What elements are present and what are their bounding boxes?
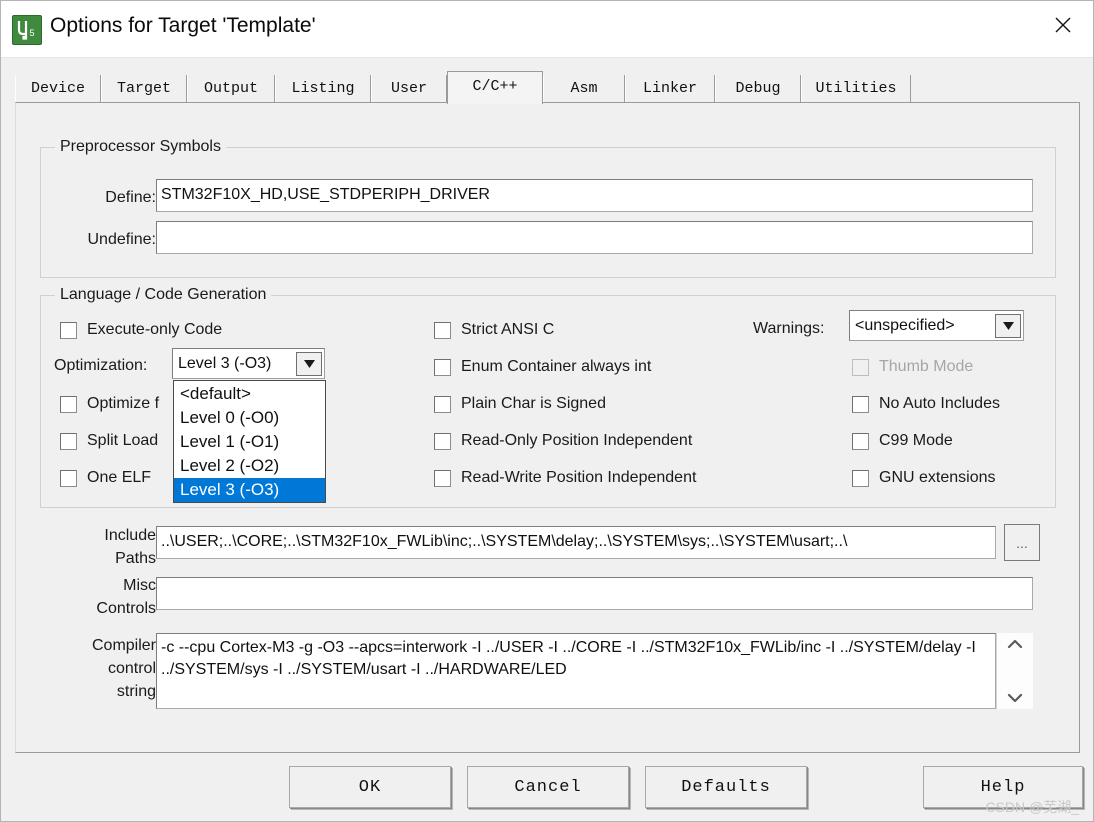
tab-linker[interactable]: Linker [625, 75, 715, 103]
checkbox-read-only-position-independent[interactable]: Read-Only Position Independent [434, 430, 692, 452]
tab-user[interactable]: User [371, 75, 447, 103]
title-bar: 5 Options for Target 'Template' [1, 1, 1093, 58]
optimization-dropdown-list[interactable]: <default> Level 0 (-O0) Level 1 (-O1) Le… [173, 380, 326, 503]
ok-button[interactable]: OK [289, 766, 451, 808]
checkbox-box [852, 432, 869, 450]
checkbox-box [852, 469, 869, 487]
checkbox-plain-char-is-signed[interactable]: Plain Char is Signed [434, 393, 606, 415]
checkbox-one-elf-section-per-function[interactable]: One ELF [60, 467, 151, 489]
preprocessor-symbols-group: Preprocessor Symbols [40, 138, 1056, 278]
tab-listing[interactable]: Listing [275, 75, 371, 103]
compiler-string-label-line1: Compiler [91, 637, 156, 654]
tab-utilities[interactable]: Utilities [801, 75, 911, 103]
cancel-button[interactable]: Cancel [467, 766, 629, 808]
c-cpp-tab-panel: Preprocessor Symbols Define: STM32F10X_H… [15, 102, 1080, 753]
checkbox-enum-container-always-int[interactable]: Enum Container always int [434, 356, 651, 378]
language-group-title: Language / Code Generation [55, 286, 272, 304]
checkbox-box [60, 395, 77, 413]
chevron-down-icon[interactable] [995, 313, 1021, 338]
checkbox-label: Enum Container always int [461, 358, 652, 375]
checkbox-read-write-position-independent[interactable]: Read-Write Position Independent [434, 467, 696, 489]
options-dialog: 5 Options for Target 'Template' Device T… [0, 0, 1094, 822]
checkbox-execute-only-code[interactable]: Execute-only Code [60, 319, 222, 341]
undefine-input[interactable] [156, 221, 1033, 254]
misc-controls-label-line1: Misc [123, 577, 156, 594]
checkbox-label: C99 Mode [879, 432, 953, 449]
tab-strip: Device Target Output Listing User C/C++ … [15, 71, 1081, 104]
optimization-label: Optimization: [54, 357, 148, 374]
checkbox-optimize-for-time[interactable]: Optimize f [60, 393, 159, 415]
checkbox-label: Read-Write Position Independent [461, 469, 697, 486]
tab-asm[interactable]: Asm [543, 75, 625, 103]
checkbox-c99-mode[interactable]: C99 Mode [852, 430, 953, 452]
checkbox-label: One ELF [87, 469, 152, 486]
checkbox-box [852, 395, 869, 413]
checkbox-label: Plain Char is Signed [461, 395, 606, 412]
checkbox-box [434, 395, 451, 413]
checkbox-label: No Auto Includes [879, 395, 1000, 412]
defaults-button[interactable]: Defaults [645, 766, 807, 808]
tab-debug[interactable]: Debug [715, 75, 801, 103]
include-paths-label-line2: Paths [115, 550, 156, 567]
misc-controls-label-line2: Controls [96, 600, 156, 617]
dropdown-option-level-1[interactable]: Level 1 (-O1) [174, 430, 325, 454]
tab-target[interactable]: Target [101, 75, 187, 103]
checkbox-label: Read-Only Position Independent [461, 432, 693, 449]
optimization-combo[interactable]: Level 3 (-O3) [172, 348, 325, 379]
checkbox-thumb-mode: Thumb Mode [852, 356, 973, 378]
warnings-label: Warnings: [753, 320, 825, 337]
include-paths-label-line1: Include [104, 527, 156, 544]
tab-output[interactable]: Output [187, 75, 275, 103]
checkbox-box [434, 358, 451, 376]
dropdown-option-level-0[interactable]: Level 0 (-O0) [174, 406, 325, 430]
compiler-string-scrollbar[interactable] [996, 633, 1033, 709]
uvision5-icon: 5 [12, 15, 42, 45]
warnings-combo-value: <unspecified> [855, 316, 955, 334]
checkbox-box [60, 432, 77, 450]
dropdown-option-level-3[interactable]: Level 3 (-O3) [174, 478, 325, 502]
checkbox-label: Split Load [87, 432, 159, 449]
define-input[interactable]: STM32F10X_HD,USE_STDPERIPH_DRIVER [156, 179, 1033, 212]
compiler-string-label-line2: control [107, 660, 156, 677]
compiler-control-string-input[interactable]: -c --cpu Cortex-M3 -g -O3 --apcs=interwo… [156, 633, 996, 709]
scroll-up-icon[interactable] [1007, 639, 1023, 649]
checkbox-label: Thumb Mode [879, 358, 974, 375]
define-label: Define: [105, 189, 156, 206]
checkbox-gnu-extensions[interactable]: GNU extensions [852, 467, 996, 489]
checkbox-label: Optimize f [87, 395, 160, 412]
include-paths-input[interactable]: ..\USER;..\CORE;..\STM32F10x_FWLib\inc;.… [156, 526, 996, 559]
dialog-button-row: OK Cancel Defaults Help [1, 766, 1093, 812]
svg-text:5: 5 [30, 28, 35, 38]
tab-device[interactable]: Device [15, 75, 101, 103]
checkbox-box [434, 469, 451, 487]
checkbox-box [852, 358, 869, 376]
include-paths-browse-button[interactable]: ... [1004, 524, 1040, 561]
optimization-combo-value: Level 3 (-O3) [178, 354, 272, 372]
chevron-down-icon[interactable] [296, 351, 322, 376]
checkbox-box [60, 469, 77, 487]
window-title: Options for Target 'Template' [50, 14, 316, 37]
checkbox-label: Strict ANSI C [461, 321, 555, 338]
close-icon[interactable] [1031, 1, 1093, 49]
misc-controls-input[interactable] [156, 577, 1033, 610]
help-button[interactable]: Help [923, 766, 1083, 808]
compiler-string-label-line3: string [116, 683, 156, 700]
checkbox-split-load-and-store-multiple[interactable]: Split Load [60, 430, 158, 452]
checkbox-label: Execute-only Code [87, 321, 223, 338]
undefine-label: Undefine: [87, 231, 157, 248]
checkbox-strict-ansi-c[interactable]: Strict ANSI C [434, 319, 554, 341]
checkbox-box [434, 432, 451, 450]
tab-c-cpp[interactable]: C/C++ [447, 71, 543, 104]
dropdown-option-default[interactable]: <default> [174, 382, 325, 406]
scroll-down-icon[interactable] [1007, 693, 1023, 703]
checkbox-box [434, 321, 451, 339]
checkbox-box [60, 321, 77, 339]
preprocessor-group-title: Preprocessor Symbols [55, 138, 226, 156]
dropdown-option-level-2[interactable]: Level 2 (-O2) [174, 454, 325, 478]
checkbox-label: GNU extensions [879, 469, 996, 486]
checkbox-no-auto-includes[interactable]: No Auto Includes [852, 393, 1000, 415]
warnings-combo[interactable]: <unspecified> [849, 310, 1024, 341]
